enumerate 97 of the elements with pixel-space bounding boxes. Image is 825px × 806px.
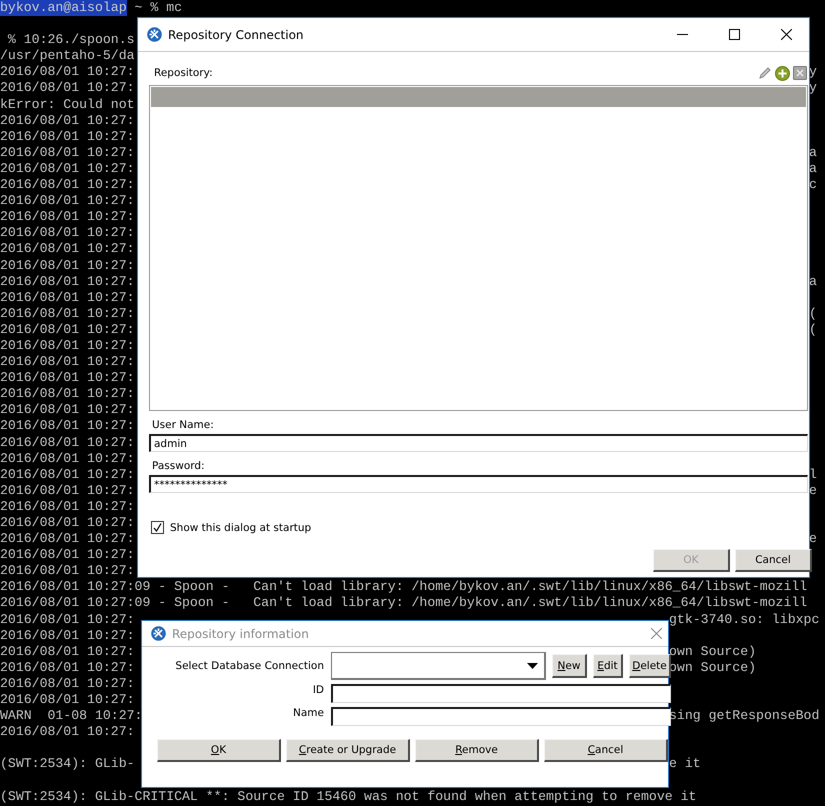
- terminal-text: 2016/08/01 10:27:: [0, 450, 135, 467]
- terminal-text: 2016/08/01 10:27:: [0, 209, 135, 226]
- terminal-text: y: [809, 80, 817, 97]
- field-label: User Name:: [152, 419, 214, 431]
- terminal-text: (: [809, 306, 817, 322]
- field-label: ID: [312, 684, 324, 696]
- dialog-button[interactable]: OK: [157, 739, 281, 762]
- terminal-text: 2016/08/01 10:27:: [0, 274, 135, 290]
- prompt-user: bykov.an@aisolap: [0, 0, 127, 16]
- window-title: Repository Connection: [168, 28, 305, 42]
- logo-icon: [151, 626, 166, 641]
- terminal-text: 2016/08/01 10:27:: [0, 676, 135, 692]
- terminal-text: 2016/08/01 10:27:: [0, 644, 135, 660]
- dialog-button[interactable]: Create or Upgrade: [286, 739, 410, 762]
- terminal-text: 2016/08/01 10:27:: [0, 338, 135, 354]
- terminal-text: 2016/08/01 10:27:: [0, 692, 135, 708]
- terminal-text: 2016/08/01 10:27:: [0, 547, 135, 564]
- checkbox-label: Show this dialog at startup: [170, 522, 312, 534]
- terminal-text: a: [809, 144, 817, 161]
- terminal-text: 2016/08/01 10:27:: [0, 258, 135, 274]
- terminal-text: c: [809, 177, 817, 194]
- close-icon: [650, 628, 662, 639]
- dialog-button[interactable]: Delete: [629, 654, 671, 678]
- terminal-text: own Source): [669, 644, 756, 660]
- terminal-text: 2016/08/01 10:27:: [0, 402, 135, 418]
- terminal-text: kError: Could not: [0, 96, 135, 113]
- terminal-text: 2016/08/01 10:27:: [0, 434, 135, 451]
- terminal-text: sing getResponseBod: [669, 708, 820, 724]
- terminal-text: 2016/08/01 10:27:: [0, 80, 135, 97]
- terminal-text: 2016/08/01 10:27:: [0, 563, 135, 580]
- logo-icon: [147, 27, 162, 42]
- terminal-text: 2016/08/01 10:27:: [0, 241, 135, 258]
- caret-icon: [527, 662, 538, 668]
- terminal-text: (SWT:2534): GLib-: [0, 756, 135, 772]
- dropdown[interactable]: [331, 652, 546, 680]
- close-icon: [780, 29, 792, 40]
- terminal-text: 2016/08/01 10:27:: [0, 322, 135, 338]
- add-icon[interactable]: [775, 66, 790, 80]
- terminal-text: 2016/08/01 10:27:: [0, 386, 135, 402]
- checkbox[interactable]: [151, 521, 164, 534]
- terminal-text: /usr/pentaho-5/da: [0, 48, 135, 64]
- terminal-text: 2016/08/01 10:27:: [0, 290, 135, 306]
- terminal-text: 2016/08/01 10:27:: [0, 64, 135, 80]
- dialog-button[interactable]: Cancel: [735, 549, 812, 572]
- delete-icon[interactable]: [793, 66, 807, 80]
- password-field[interactable]: **************: [149, 475, 808, 493]
- terminal-text: 2016/08/01 10:27:: [0, 724, 135, 740]
- terminal-text: 2016/08/01 10:27:: [0, 354, 135, 370]
- terminal-text: 2016/08/01 10:27:: [0, 144, 135, 161]
- terminal-text: 2016/08/01 10:27:: [0, 306, 135, 322]
- terminal-text: 2016/08/01 10:27:: [0, 482, 135, 499]
- terminal-text: WARN 01-08 10:27:: [0, 708, 142, 724]
- terminal-text: 2016/08/01 10:27:: [0, 177, 135, 194]
- terminal-text: e: [809, 531, 817, 548]
- terminal-text: a: [809, 274, 817, 290]
- terminal-text: a: [809, 160, 817, 178]
- pencil-icon[interactable]: [758, 66, 772, 80]
- terminal-text: 2016/08/01 10:27:: [0, 466, 135, 483]
- field-label: Password:: [152, 460, 205, 472]
- terminal-text: e: [809, 482, 817, 499]
- field-label: Select Database Connection: [175, 660, 324, 672]
- terminal-text: y: [809, 64, 817, 80]
- terminal-text: (: [809, 322, 817, 338]
- terminal-text: l: [809, 466, 817, 483]
- dialog-button[interactable]: New: [552, 654, 587, 678]
- terminal-text: 2016/08/01 10:27:: [0, 531, 135, 548]
- terminal-text: 2016/08/01 10:27:: [0, 660, 135, 676]
- terminal-text: (SWT:2534): GLib-CRITICAL **: Source ID 15460 was not found when attempting to remove it: [0, 788, 696, 805]
- input-field[interactable]: admin: [149, 434, 808, 452]
- minimize-icon: [676, 34, 688, 36]
- dialog-button[interactable]: Edit: [593, 654, 623, 678]
- terminal-text: 2016/08/01 10:27:: [0, 498, 135, 515]
- input-field[interactable]: [331, 684, 671, 703]
- input-field[interactable]: [331, 707, 671, 726]
- terminal-text: % 10:26./spoon.s: [6, 32, 135, 48]
- dialog-button[interactable]: Remove: [415, 739, 539, 762]
- repository-label: Repository:: [154, 67, 213, 79]
- field-label: Name: [293, 707, 324, 719]
- terminal-text: 2016/08/01 10:27:09 - Spoon - Can't load library: /home/bykov.an/.swt/lib/linux/x86_64/libswt-mozill: [0, 579, 808, 596]
- terminal-text: 2016/08/01 10:27:: [0, 112, 135, 129]
- terminal-text: 2016/08/01 10:27:: [0, 160, 135, 178]
- terminal-text: 2016/08/01 10:27:: [0, 628, 135, 644]
- dialog-button[interactable]: Cancel: [544, 739, 668, 762]
- terminal-text: 2016/08/01 10:27:: [0, 612, 135, 628]
- terminal-text: 2016/08/01 10:27:: [0, 418, 135, 435]
- maximize-icon: [728, 29, 740, 40]
- terminal-text: 2016/08/01 10:27:09 - Spoon - Can't load library: /home/bykov.an/.swt/lib/linux/x86_64/libswt-mozill: [0, 595, 808, 612]
- terminal-text: e it: [669, 756, 701, 772]
- repository-list[interactable]: [149, 85, 808, 411]
- window-title: Repository information: [172, 626, 310, 640]
- terminal-text: 2016/08/01 10:27:: [0, 515, 135, 532]
- terminal-text: ~ % mc: [134, 0, 182, 16]
- terminal-text: gtk-3740.so: libxpc: [669, 612, 820, 628]
- terminal-text: 2016/08/01 10:27:: [0, 370, 135, 386]
- terminal-text: 2016/08/01 10:27:: [0, 128, 135, 145]
- terminal-text: 2016/08/01 10:27:: [0, 193, 135, 210]
- terminal-text: 2016/08/01 10:27:: [0, 225, 135, 242]
